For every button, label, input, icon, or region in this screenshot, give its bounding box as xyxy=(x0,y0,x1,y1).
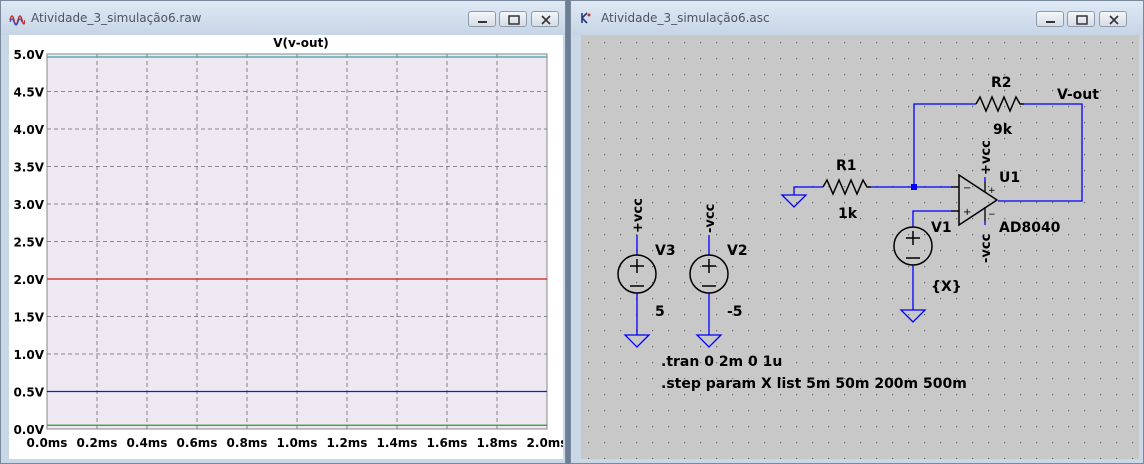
u1-model-label: AD8040 xyxy=(999,220,1061,236)
plot-title: V(v-out) xyxy=(273,36,329,50)
v3-name-label: V3 xyxy=(655,243,676,259)
v1-name-label: V1 xyxy=(931,220,952,236)
v1-value-label: {X} xyxy=(931,279,962,295)
r2-name-label: R2 xyxy=(991,75,1012,91)
svg-text:−: − xyxy=(963,183,971,194)
minimize-icon xyxy=(478,21,487,23)
y-tick-label: 4.0V xyxy=(13,123,44,137)
schematic-app-icon xyxy=(581,12,591,24)
close-button[interactable] xyxy=(1099,11,1127,27)
x-tick-label: 0.8ms xyxy=(227,436,268,450)
r1-value-label: 1k xyxy=(838,206,858,222)
close-button[interactable] xyxy=(531,11,559,27)
close-icon xyxy=(541,15,551,25)
minimize-button[interactable] xyxy=(468,11,496,27)
schematic-canvas[interactable]: − + + − R1 1k R2 9k V-out U1 AD8040 V1 {… xyxy=(581,35,1139,459)
waveform-titlebar[interactable]: Atividade_3_simulação6.raw xyxy=(1,1,565,35)
x-tick-label: 2.0ms xyxy=(527,436,563,450)
waveform-chart[interactable]: V(v-out) 0.0ms 0.2ms 0.4ms 0.6ms 0.8ms 1.0ms 1… xyxy=(9,35,567,459)
svg-text:−: − xyxy=(988,210,996,220)
waveform-app-icon xyxy=(9,15,25,26)
minimize-icon xyxy=(1046,21,1055,23)
schematic-drawing[interactable]: − + + − R1 1k R2 9k V-out U1 AD8040 V1 {… xyxy=(581,35,1139,459)
x-tick-label: 1.0ms xyxy=(277,436,318,450)
maximize-button[interactable] xyxy=(499,11,527,27)
u1-name-label: U1 xyxy=(999,170,1020,186)
x-tick-label: 1.2ms xyxy=(327,436,368,450)
maximize-icon xyxy=(508,15,520,25)
y-tick-label: 3.0V xyxy=(13,198,44,212)
svg-text:+: + xyxy=(963,207,971,218)
close-icon xyxy=(1109,15,1119,25)
r2-value-label: 9k xyxy=(993,122,1013,138)
y-tick-label: 0.5V xyxy=(13,386,44,400)
v3-pvcc-label: +vcc xyxy=(631,198,646,233)
x-tick-label: 1.4ms xyxy=(377,436,418,450)
x-tick-label: 0.0ms xyxy=(27,436,68,450)
y-tick-label: 2.0V xyxy=(13,273,44,287)
v2-value-label: -5 xyxy=(727,304,743,320)
maximize-icon xyxy=(1076,15,1088,25)
u1-nvcc-label: -vcc xyxy=(979,234,994,263)
v2-name-label: V2 xyxy=(727,243,748,259)
step-directive[interactable]: .step param X list 5m 50m 200m 500m xyxy=(661,376,967,392)
y-tick-label: 1.5V xyxy=(13,311,44,325)
x-tick-label: 0.2ms xyxy=(77,436,118,450)
y-tick-label: 5.0V xyxy=(13,48,44,62)
junction-dot xyxy=(911,184,917,190)
waveform-window-title: Atividade_3_simulação6.raw xyxy=(31,11,202,25)
y-tick-label: 3.5V xyxy=(13,161,44,175)
svg-text:+: + xyxy=(988,186,996,196)
r1-name-label: R1 xyxy=(836,158,857,174)
maximize-button[interactable] xyxy=(1067,11,1095,27)
tran-directive[interactable]: .tran 0 2m 0 1u xyxy=(661,354,782,370)
v2-nvcc-label: -vcc xyxy=(703,204,718,233)
y-tick-label: 4.5V xyxy=(13,86,44,100)
schematic-window-title: Atividade_3_simulação6.asc xyxy=(601,11,770,25)
x-tick-label: 1.8ms xyxy=(477,436,518,450)
schematic-window[interactable]: Atividade_3_simulação6.asc − + + − R1 1k… xyxy=(570,0,1144,464)
y-tick-label: 0.0V xyxy=(13,423,44,437)
waveform-plot-area[interactable]: V(v-out) 0.0ms 0.2ms 0.4ms 0.6ms 0.8ms 1.0ms 1… xyxy=(9,35,567,459)
u1-pvcc-label: +vcc xyxy=(979,140,994,175)
vout-net-label: V-out xyxy=(1057,87,1099,103)
x-tick-label: 0.6ms xyxy=(177,436,218,450)
y-tick-label: 1.0V xyxy=(13,348,44,362)
schematic-titlebar[interactable]: Atividade_3_simulação6.asc xyxy=(571,1,1143,35)
v3-value-label: 5 xyxy=(655,304,665,320)
waveform-window[interactable]: Atividade_3_simulação6.raw V(v-out) 0.0m… xyxy=(0,0,567,464)
y-tick-label: 2.5V xyxy=(13,236,44,250)
x-tick-label: 1.6ms xyxy=(427,436,468,450)
minimize-button[interactable] xyxy=(1036,11,1064,27)
x-tick-label: 0.4ms xyxy=(127,436,168,450)
